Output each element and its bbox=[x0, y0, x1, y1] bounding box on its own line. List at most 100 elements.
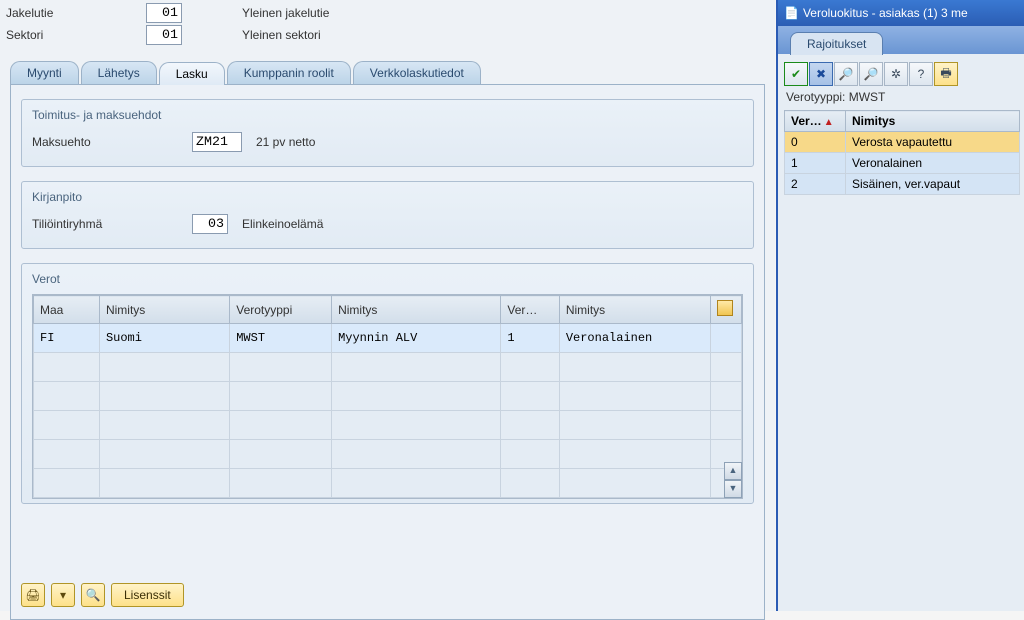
popup-header-row: Ver…▲ Nimitys bbox=[785, 111, 1020, 132]
table-config-icon bbox=[717, 300, 733, 316]
verot-th-maa[interactable]: Maa bbox=[34, 296, 100, 324]
window-icon: 📄 bbox=[784, 6, 799, 20]
popup-cell-name[interactable]: Verosta vapautettu bbox=[846, 132, 1020, 153]
popup-titlebar[interactable]: 📄 Veroluokitus - asiakas (1) 3 me bbox=[778, 0, 1024, 26]
cell-verotyyppi[interactable]: MWST bbox=[230, 324, 332, 353]
popup-cell-code[interactable]: 0 bbox=[785, 132, 846, 153]
cell-nimitys3[interactable]: Veronalainen bbox=[559, 324, 710, 353]
popup-row[interactable]: 2 Sisäinen, ver.vapaut bbox=[785, 174, 1020, 195]
tab-body: Toimitus- ja maksuehdot Maksuehto 21 pv … bbox=[10, 84, 765, 620]
scroll-up-button[interactable]: ▲ bbox=[724, 462, 742, 480]
header-fields: Jakelutie Yleinen jakelutie Sektori Ylei… bbox=[0, 0, 775, 48]
cell-nimitys1[interactable]: Suomi bbox=[99, 324, 229, 353]
popup-verotyyppi-label: Verotyyppi: MWST bbox=[786, 90, 1018, 104]
veroluokitus-popup: 📄 Veroluokitus - asiakas (1) 3 me Rajoit… bbox=[776, 0, 1024, 611]
table-row[interactable]: FI Suomi MWST Myynnin ALV 1 Veronalainen bbox=[34, 324, 742, 353]
popup-extra-button[interactable]: ✲ bbox=[884, 62, 908, 86]
verot-header-row: Maa Nimitys Verotyyppi Nimitys Ver… Nimi… bbox=[34, 296, 742, 324]
popup-body: ✔ ✖ 🔎 🔎 ✲ ? 🖶 Verotyyppi: MWST Ver…▲ Nim… bbox=[778, 54, 1024, 203]
sektori-label: Sektori bbox=[6, 28, 146, 42]
toimitus-title: Toimitus- ja maksuehdot bbox=[32, 108, 743, 122]
popup-help-button[interactable]: ? bbox=[909, 62, 933, 86]
popup-cell-code[interactable]: 1 bbox=[785, 153, 846, 174]
verot-th-nimitys2[interactable]: Nimitys bbox=[332, 296, 501, 324]
popup-row[interactable]: 1 Veronalainen bbox=[785, 153, 1020, 174]
popup-cell-code[interactable]: 2 bbox=[785, 174, 846, 195]
table-row[interactable] bbox=[34, 440, 742, 469]
lisenssit-label: Lisenssit bbox=[124, 588, 171, 602]
printer-icon: 🖶 bbox=[940, 64, 951, 85]
popup-find-next-button[interactable]: 🔎 bbox=[859, 62, 883, 86]
popup-cell-name[interactable]: Sisäinen, ver.vapaut bbox=[846, 174, 1020, 195]
tilioryhma-label: Tiliöintiryhmä bbox=[32, 217, 192, 231]
check-icon: ✔ bbox=[791, 67, 801, 81]
verot-th-nimitys3[interactable]: Nimitys bbox=[559, 296, 710, 324]
kirjanpito-title: Kirjanpito bbox=[32, 190, 743, 204]
table-row[interactable] bbox=[34, 469, 742, 498]
verot-th-verotyyppi[interactable]: Verotyyppi bbox=[230, 296, 332, 324]
binoculars-plus-icon: 🔎 bbox=[864, 67, 879, 81]
search-icon: 🔍 bbox=[86, 588, 101, 602]
tab-kumppanin[interactable]: Kumppanin roolit bbox=[227, 61, 351, 84]
cell-scroll-gutter bbox=[711, 324, 742, 353]
cell-nimitys2[interactable]: Myynnin ALV bbox=[332, 324, 501, 353]
tilioryhma-desc: Elinkeinoelämä bbox=[242, 217, 323, 231]
tab-myynti[interactable]: Myynti bbox=[10, 61, 79, 84]
popup-row[interactable]: 0 Verosta vapautettu bbox=[785, 132, 1020, 153]
tilioryhma-input[interactable] bbox=[192, 214, 228, 234]
sektori-desc: Yleinen sektori bbox=[242, 28, 321, 42]
cell-maa[interactable]: FI bbox=[34, 324, 100, 353]
main-area: Jakelutie Yleinen jakelutie Sektori Ylei… bbox=[0, 0, 775, 611]
binoculars-icon: 🔎 bbox=[839, 67, 854, 81]
table-row[interactable] bbox=[34, 353, 742, 382]
popup-close-button[interactable]: ✖ bbox=[809, 62, 833, 86]
popup-tabstrip: Rajoitukset bbox=[778, 26, 1024, 54]
popup-cell-name[interactable]: Veronalainen bbox=[846, 153, 1020, 174]
help-icon: ? bbox=[918, 67, 925, 81]
cell-ver[interactable]: 1 bbox=[501, 324, 559, 353]
sort-asc-icon: ▲ bbox=[824, 117, 834, 128]
verot-th-ver[interactable]: Ver… bbox=[501, 296, 559, 324]
jakelutie-code[interactable] bbox=[146, 3, 182, 23]
sektori-row: Sektori Yleinen sektori bbox=[6, 24, 769, 46]
popup-th-ver[interactable]: Ver…▲ bbox=[785, 111, 846, 132]
popup-th-nimitys[interactable]: Nimitys bbox=[846, 111, 1020, 132]
tab-lasku[interactable]: Lasku bbox=[159, 62, 225, 85]
jakelutie-row: Jakelutie Yleinen jakelutie bbox=[6, 2, 769, 24]
popup-toolbar: ✔ ✖ 🔎 🔎 ✲ ? 🖶 bbox=[784, 62, 1020, 86]
table-row[interactable] bbox=[34, 382, 742, 411]
jakelutie-label: Jakelutie bbox=[6, 6, 146, 20]
verot-table: Maa Nimitys Verotyyppi Nimitys Ver… Nimi… bbox=[33, 295, 742, 498]
filter-icon: ▾ bbox=[60, 588, 66, 602]
popup-ok-button[interactable]: ✔ bbox=[784, 62, 808, 86]
print-button[interactable]: 🖨 bbox=[21, 583, 45, 607]
sektori-code[interactable] bbox=[146, 25, 182, 45]
tab-strip: Myynti Lähetys Lasku Kumppanin roolit Ve… bbox=[10, 60, 765, 84]
search-button[interactable]: 🔍 bbox=[81, 583, 105, 607]
kirjanpito-group: Kirjanpito Tiliöintiryhmä Elinkeinoelämä bbox=[21, 181, 754, 249]
popup-tab-rajoitukset[interactable]: Rajoitukset bbox=[790, 32, 883, 55]
verot-group: Verot Maa Nimitys Verotyyppi Nimitys Ver… bbox=[21, 263, 754, 504]
popup-print-button[interactable]: 🖶 bbox=[934, 62, 958, 86]
maksuehto-label: Maksuehto bbox=[32, 135, 192, 149]
toimitus-group: Toimitus- ja maksuehdot Maksuehto 21 pv … bbox=[21, 99, 754, 167]
tool-icon: ✲ bbox=[891, 67, 901, 81]
verot-th-nimitys1[interactable]: Nimitys bbox=[99, 296, 229, 324]
verot-table-wrap: Maa Nimitys Verotyyppi Nimitys Ver… Nimi… bbox=[32, 294, 743, 499]
close-icon: ✖ bbox=[816, 67, 826, 81]
lisenssit-button[interactable]: Lisenssit bbox=[111, 583, 184, 607]
tab-verkkolasku[interactable]: Verkkolaskutiedot bbox=[353, 61, 481, 84]
verot-th-config[interactable] bbox=[711, 296, 742, 324]
table-row[interactable] bbox=[34, 411, 742, 440]
popup-title: Veroluokitus - asiakas (1) 3 me bbox=[803, 6, 968, 20]
jakelutie-desc: Yleinen jakelutie bbox=[242, 6, 329, 20]
verot-title: Verot bbox=[32, 272, 743, 286]
maksuehto-input[interactable] bbox=[192, 132, 242, 152]
popup-table: Ver…▲ Nimitys 0 Verosta vapautettu 1 Ver… bbox=[784, 110, 1020, 195]
scroll-down-button[interactable]: ▼ bbox=[724, 480, 742, 498]
filter-button[interactable]: ▾ bbox=[51, 583, 75, 607]
bottom-toolbar: 🖨 ▾ 🔍 Lisenssit bbox=[21, 583, 184, 607]
popup-find-button[interactable]: 🔎 bbox=[834, 62, 858, 86]
tab-lahetys[interactable]: Lähetys bbox=[81, 61, 157, 84]
tilioryhma-row: Tiliöintiryhmä Elinkeinoelämä bbox=[32, 212, 743, 236]
